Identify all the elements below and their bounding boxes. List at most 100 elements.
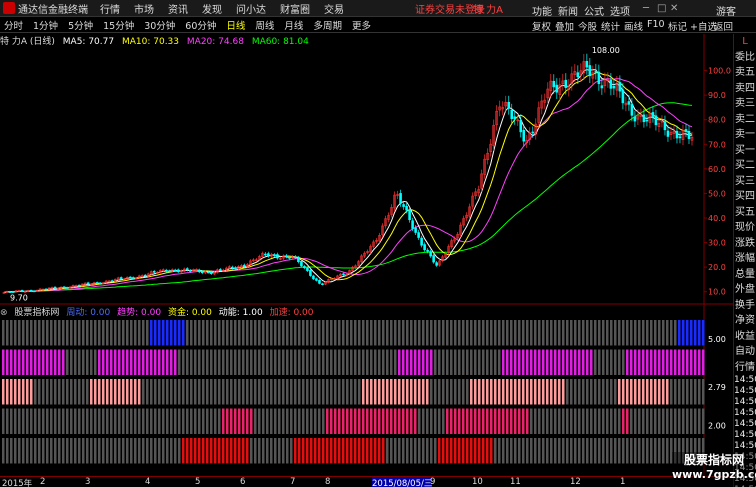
quote-panel-item[interactable]: 换手 (734, 298, 756, 314)
user-label[interactable]: 游客 (716, 3, 736, 18)
menu-jiaoyi[interactable]: 交易 (324, 1, 344, 16)
minimize-icon[interactable]: ─ (643, 3, 649, 14)
indicator-bar-3 (94, 408, 97, 434)
quote-panel-item[interactable]: 卖五 (734, 65, 756, 81)
indicator-bar-3 (118, 408, 121, 434)
indicator-bar-0 (406, 320, 409, 346)
indicator-bar-3 (578, 408, 581, 434)
indicator-bar-2 (214, 379, 217, 405)
indicator-bar-0 (22, 320, 25, 346)
menu-xuanxiang[interactable]: 选项 (610, 3, 630, 18)
restore-icon[interactable]: □ (657, 3, 666, 14)
quote-panel-item[interactable]: 买一 (734, 143, 756, 159)
indicator-bar-2 (694, 379, 697, 405)
indicator-bar-3 (354, 408, 357, 434)
indicator-field-zijin: 资金: 0.00 (167, 308, 212, 318)
indicator-bar-1 (306, 349, 309, 375)
menu-gongneng[interactable]: 功能 (532, 3, 552, 18)
indicator-bar-4 (46, 438, 49, 464)
period-60min[interactable]: 60分钟 (185, 18, 216, 32)
indicator-bar-1 (390, 349, 393, 375)
period-weekly[interactable]: 周线 (255, 18, 274, 32)
menu-xinwen[interactable]: 新闻 (558, 3, 578, 18)
indicator-bar-3 (458, 408, 461, 434)
quote-panel-item[interactable]: 收益 (734, 329, 756, 345)
quote-panel-item[interactable]: 买三 (734, 174, 756, 190)
quote-panel-item[interactable]: 外盘 (734, 282, 756, 298)
indicator-bar-3 (306, 408, 309, 434)
indicator-bar-1 (2, 349, 5, 375)
indicator-bar-0 (274, 320, 277, 346)
indicator-bar-1 (242, 349, 245, 375)
menu-wenxiaoda[interactable]: 问小达 (236, 1, 266, 16)
period-30min[interactable]: 30分钟 (144, 18, 175, 32)
indicator-bar-1 (186, 349, 189, 375)
indicator-close-icon[interactable]: ⊗ (0, 308, 8, 318)
quote-panel-item[interactable]: 买四 (734, 189, 756, 205)
diejia-button[interactable]: 叠加 (555, 19, 574, 33)
back-button[interactable]: 返回 (714, 19, 733, 33)
f10-button[interactable]: F10 (647, 19, 665, 30)
period-1min[interactable]: 1分钟 (33, 18, 58, 32)
close-icon[interactable]: ✕ (670, 3, 678, 14)
indicator-bar-3 (438, 408, 441, 434)
indicator-bar-2 (94, 379, 97, 405)
menu-caifuquan[interactable]: 财富圈 (280, 1, 310, 16)
indicator-bar-2 (194, 379, 197, 405)
kline-chart[interactable]: 108.00 9.70 100.0 90.0 80.0 70.0 60.0 50.0 40.0… (0, 34, 733, 476)
indicator-bar-1 (574, 349, 577, 375)
indicator-bar-2 (106, 379, 109, 405)
quote-panel-item[interactable]: 委比 (734, 50, 756, 66)
period-daily[interactable]: 日线 (226, 18, 245, 32)
indicator-name[interactable]: 股票指标网 (14, 308, 59, 318)
menu-hangqing[interactable]: 行情 (100, 1, 120, 16)
period-monthly[interactable]: 月线 (284, 18, 303, 32)
quote-panel-item[interactable]: 卖一 (734, 127, 756, 143)
indicator-bar-0 (114, 320, 117, 346)
panel-top-label: L (742, 36, 748, 47)
indicator-bar-4 (178, 438, 181, 464)
indicator-bar-3 (326, 408, 329, 434)
quote-panel-item[interactable]: 净资 (734, 313, 756, 329)
date-tick-label: 2015年 (2, 479, 33, 487)
quote-panel-item[interactable]: 总量 (734, 267, 756, 283)
quote-panel-item[interactable]: 涨跌 (734, 236, 756, 252)
quote-panel-item[interactable]: 自动 (734, 344, 756, 360)
indicator-bar-0 (634, 320, 637, 346)
menu-zixun[interactable]: 资讯 (168, 1, 188, 16)
menu-gongshi[interactable]: 公式 (584, 3, 604, 18)
indicator-bar-2 (418, 379, 421, 405)
quote-panel-item[interactable]: 买二 (734, 158, 756, 174)
add-favorite-button[interactable]: +自选 (690, 19, 717, 33)
candle-body (522, 129, 526, 142)
quote-panel-item[interactable]: 买五 (734, 205, 756, 221)
period-5min[interactable]: 5分钟 (68, 18, 93, 32)
indicator-bar-1 (98, 349, 101, 375)
menu-faxian[interactable]: 发现 (202, 1, 222, 16)
indicator-bar-4 (10, 438, 13, 464)
period-more[interactable]: 更多 (352, 18, 371, 32)
period-fenshi[interactable]: 分时 (4, 18, 23, 32)
quote-panel-item[interactable]: 涨幅 (734, 251, 756, 267)
indicator-bar-2 (18, 379, 21, 405)
quote-panel-item[interactable]: 现价 (734, 220, 756, 236)
quote-panel-item[interactable]: 卖三 (734, 96, 756, 112)
quote-panel-item[interactable]: 行情 (734, 360, 756, 376)
quote-panel-item[interactable]: 卖二 (734, 112, 756, 128)
tongji-button[interactable]: 统计 (601, 19, 620, 33)
jingu-button[interactable]: 今股 (578, 19, 597, 33)
huaxian-button[interactable]: 画线 (624, 19, 643, 33)
current-stock-name: 特 力A (473, 4, 504, 16)
indicator-bar-2 (674, 379, 677, 405)
candle-body (414, 227, 417, 233)
period-15min[interactable]: 15分钟 (103, 18, 134, 32)
biaoji-button[interactable]: 标记 (668, 19, 687, 33)
quote-panel-item[interactable]: 卖四 (734, 81, 756, 97)
period-multi[interactable]: 多周期 (313, 18, 342, 32)
candle-body (432, 255, 435, 263)
indicator-bar-3 (690, 408, 693, 434)
indicator-bar-3 (18, 408, 21, 434)
indicator-bar-1 (70, 349, 73, 375)
menu-shichang[interactable]: 市场 (134, 1, 154, 16)
fuquan-button[interactable]: 复权 (532, 19, 551, 33)
